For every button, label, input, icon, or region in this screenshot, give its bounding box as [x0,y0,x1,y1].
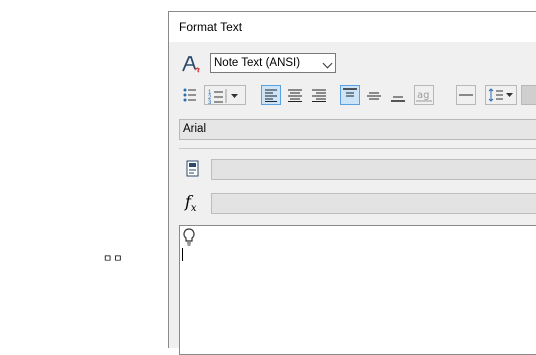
text-style-select[interactable]: Note Text (ANSI) [210,53,336,73]
line-spacing-dropdown[interactable] [485,85,517,105]
valign-middle-icon [367,92,381,100]
function-icon[interactable]: fx [185,192,197,214]
horizontal-line-icon [459,94,473,96]
text-style-value: Note Text (ANSI) [214,57,301,69]
align-center-icon [288,89,302,102]
stray-glyphs: ㅁㅁ [103,254,124,265]
format-text-dialog: Format Text Note Text (ANSI) 123 ag Aria… [168,11,536,355]
valign-top-button[interactable] [340,85,360,105]
numbered-list-icon: 123 [208,89,238,106]
lightbulb-icon [183,228,195,246]
align-right-button[interactable] [309,85,329,105]
align-center-button[interactable] [285,85,305,105]
field-expression-input[interactable] [211,159,536,180]
svg-text:ag: ag [417,90,429,101]
text-fit-button[interactable]: ag [414,85,434,105]
valign-bottom-button[interactable] [388,85,408,105]
line-spacing-icon [488,88,513,102]
valign-bottom-icon [391,96,405,102]
chevron-down-icon [322,58,333,69]
svg-text:3: 3 [208,100,212,106]
text-fit-icon: ag [416,90,432,102]
bullet-list-button[interactable] [180,85,200,105]
align-left-icon [265,89,277,102]
align-right-icon [312,89,326,102]
line-style-button[interactable] [456,85,476,105]
numbered-list-dropdown[interactable]: 123 [204,85,246,106]
text-style-icon [182,56,200,73]
text-editor-area[interactable] [179,225,536,355]
divider [179,148,536,149]
text-cursor [182,248,183,261]
dialog-titlebar[interactable]: Format Text [169,12,536,42]
bullet-list-icon [183,88,196,102]
dialog-title: Format Text [179,20,243,34]
field-picker-icon[interactable] [185,160,201,178]
valign-middle-button[interactable] [364,85,384,105]
align-left-button[interactable] [261,85,281,105]
valign-top-icon [343,88,357,97]
fx-sub: x [190,203,197,215]
font-name-field[interactable]: Arial [179,119,536,140]
formula-input[interactable] [211,193,536,214]
font-name-value: Arial [183,123,207,135]
color-swatch-button[interactable] [521,85,536,105]
